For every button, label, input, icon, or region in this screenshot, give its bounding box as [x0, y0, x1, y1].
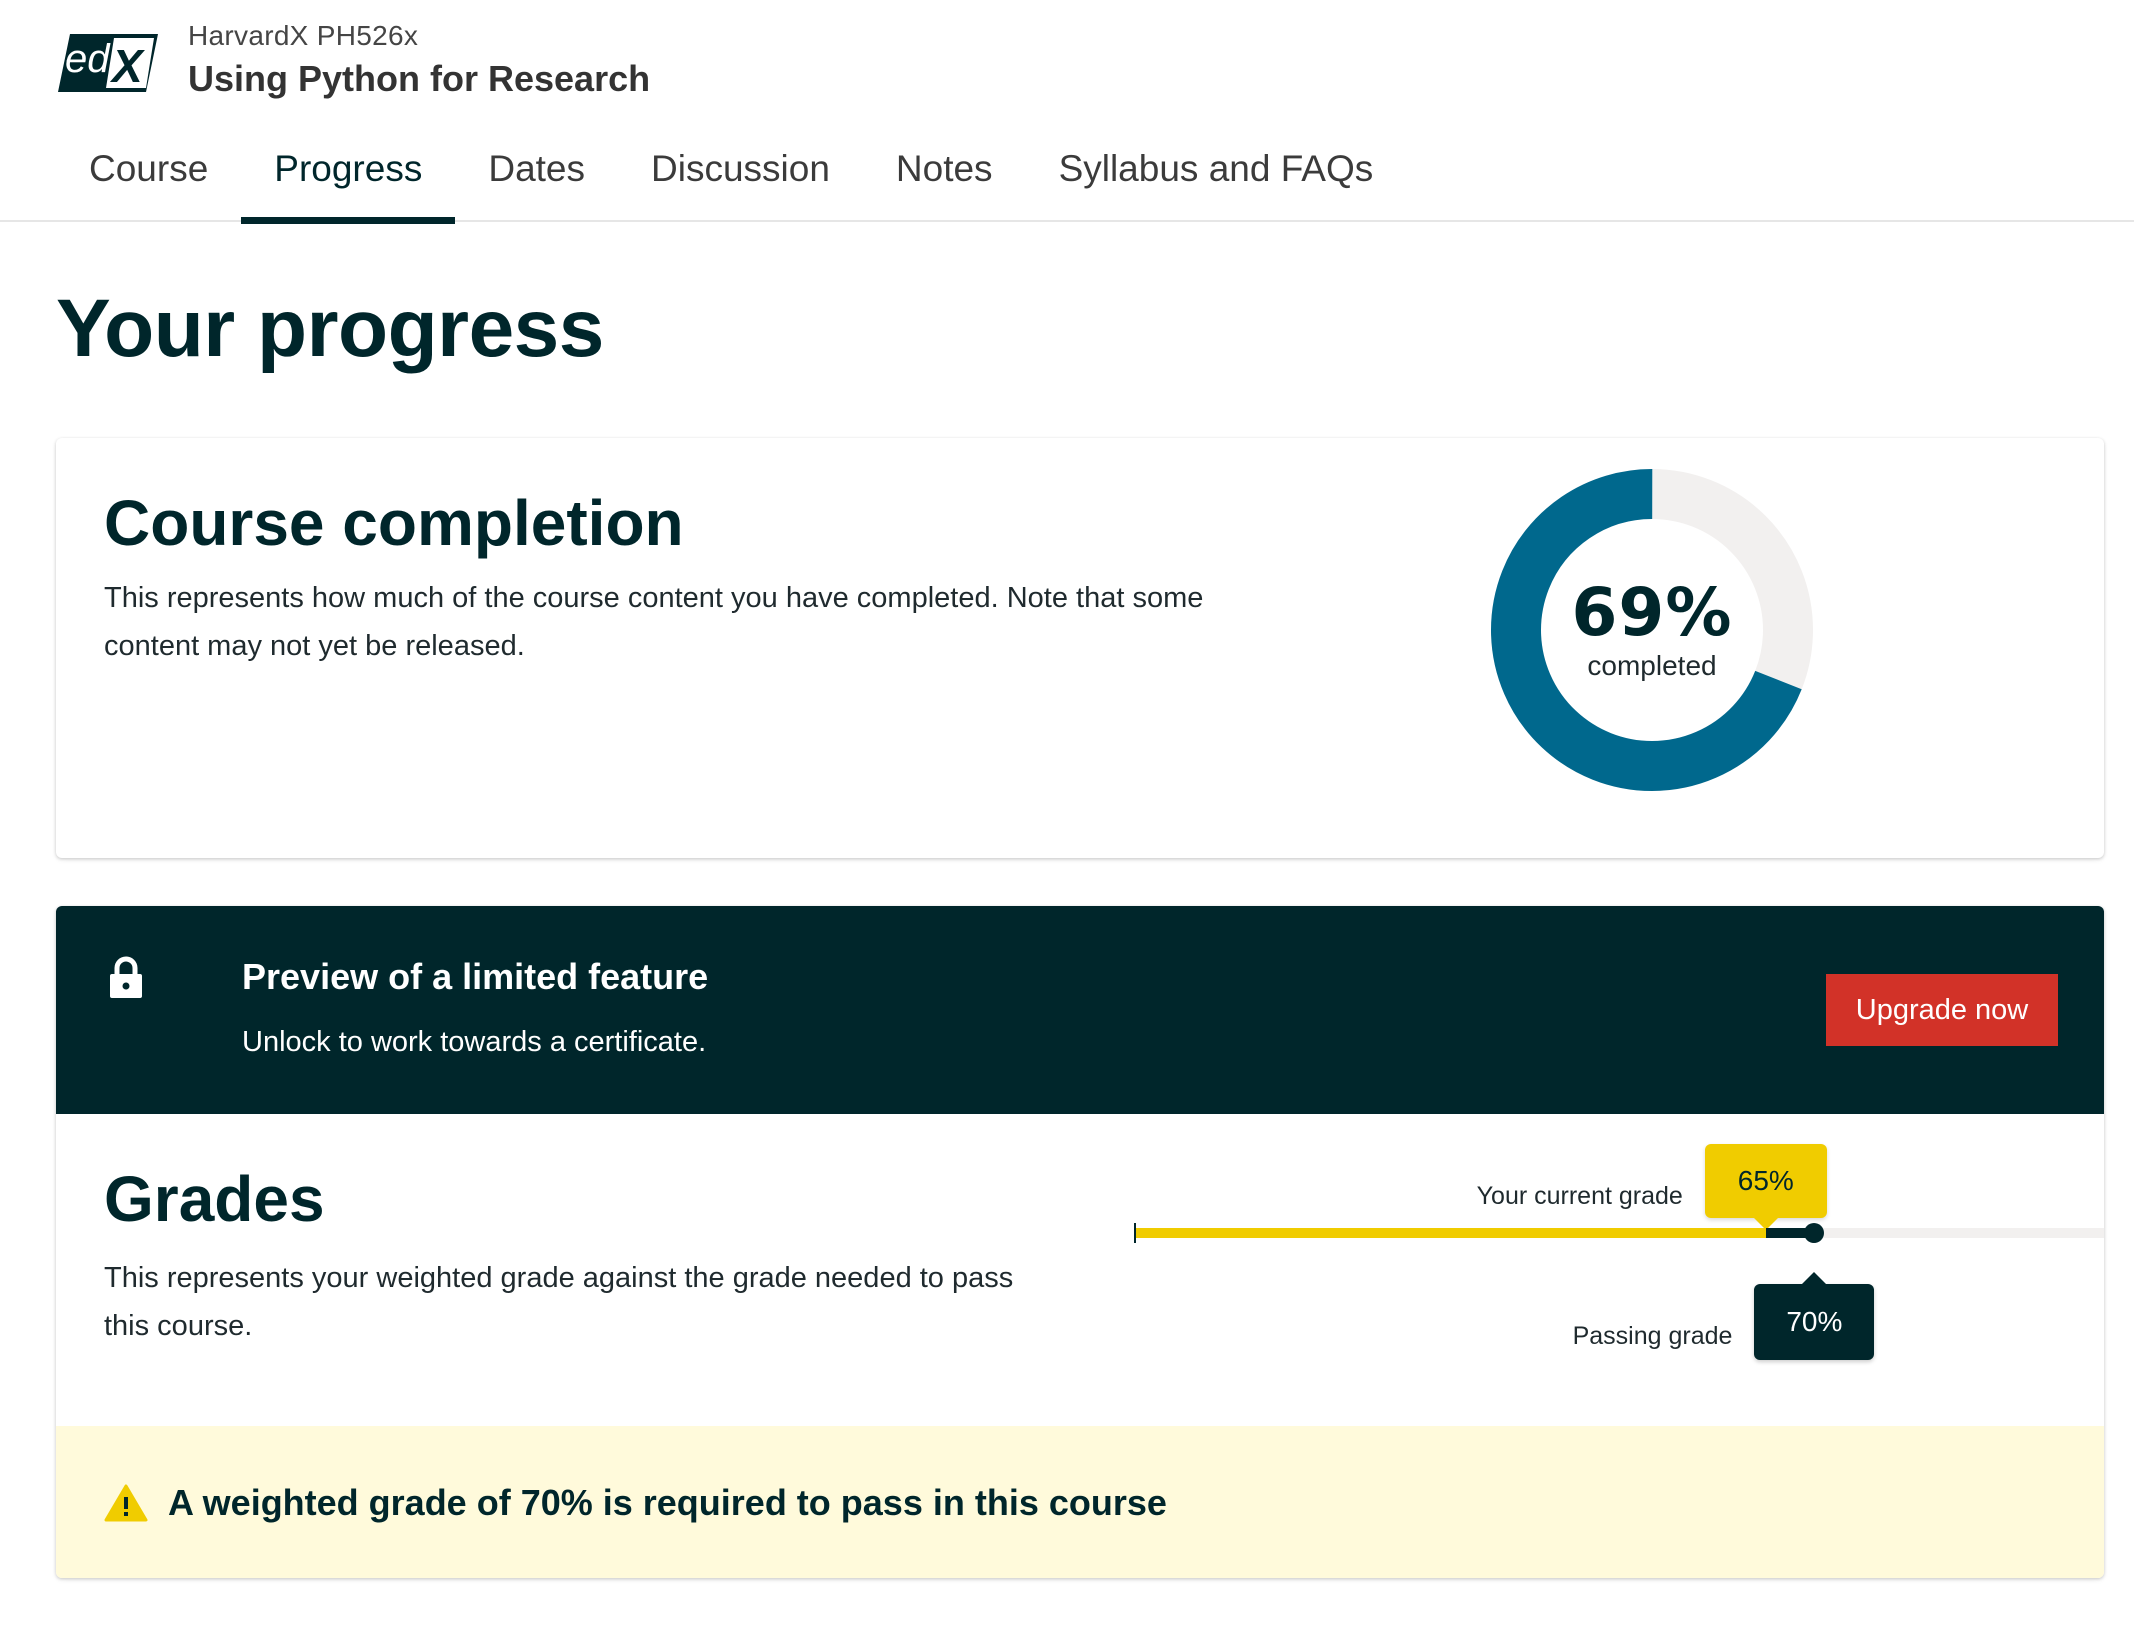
svg-text:X: X: [109, 40, 145, 92]
passing-requirement-alert: A weighted grade of 70% is required to p…: [56, 1426, 2104, 1578]
lock-icon: [110, 956, 142, 998]
grades-heading: Grades: [104, 1163, 325, 1235]
course-completion-card: Course completion This represents how mu…: [56, 438, 2104, 858]
grade-bar-track: [1134, 1223, 2104, 1243]
grade-bar-chart: Your current grade 65% Passing grade 70%: [1080, 1144, 2104, 1400]
grades-description: This represents your weighted grade agai…: [104, 1262, 1014, 1342]
passing-grade-bubble: 70%: [1754, 1272, 1875, 1360]
tab-dates[interactable]: Dates: [455, 138, 618, 222]
banner-subtitle: Unlock to work towards a certificate.: [242, 1026, 707, 1058]
donut-label: 69% completed: [1488, 466, 1816, 794]
completion-heading: Course completion: [104, 487, 684, 559]
completion-description: This represents how much of the course c…: [104, 582, 1204, 662]
passing-grade-marker: [1804, 1223, 1825, 1243]
upgrade-now-button[interactable]: Upgrade now: [1826, 974, 2058, 1046]
svg-text:ed: ed: [65, 37, 111, 81]
passing-grade-label: Passing grade: [1572, 1322, 1733, 1350]
grades-card: Preview of a limited feature Unlock to w…: [56, 906, 2104, 1578]
passing-requirement-text: A weighted grade of 70% is required to p…: [168, 1482, 1167, 1523]
completion-percent: 69%: [1571, 574, 1733, 651]
page-title: Your progress: [56, 283, 604, 374]
warning-icon: [104, 1484, 148, 1522]
limited-feature-banner: Preview of a limited feature Unlock to w…: [56, 906, 2104, 1114]
tab-discussion[interactable]: Discussion: [618, 138, 863, 222]
tab-notes[interactable]: Notes: [863, 138, 1026, 222]
course-tabs: Course Progress Dates Discussion Notes S…: [56, 138, 1407, 224]
bar-start-tick: [1134, 1223, 1136, 1243]
completion-caption: completed: [1587, 650, 1717, 681]
tab-progress[interactable]: Progress: [241, 138, 456, 224]
current-grade-bubble: 65%: [1704, 1144, 1827, 1230]
tab-course[interactable]: Course: [56, 138, 241, 222]
banner-title: Preview of a limited feature: [242, 956, 709, 997]
course-title: Using Python for Research: [188, 58, 651, 99]
course-header: ed X HarvardX PH526x Using Python for Re…: [0, 0, 2134, 224]
current-grade-label: Your current grade: [1476, 1182, 1683, 1210]
tab-syllabus-and-faqs[interactable]: Syllabus and FAQs: [1026, 138, 1407, 222]
edx-logo-icon[interactable]: ed X: [56, 30, 158, 92]
current-grade-fill: [1134, 1228, 1766, 1238]
course-org: HarvardX PH526x: [188, 20, 419, 51]
